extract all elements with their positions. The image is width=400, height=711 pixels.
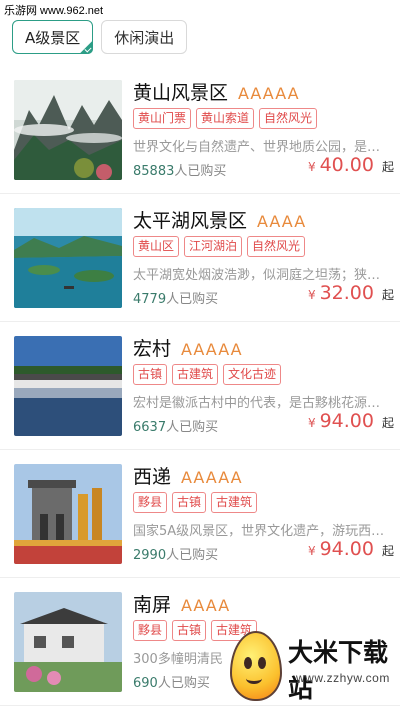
sold-count: 85883人已购买	[133, 164, 227, 179]
scenic-thumbnail	[14, 464, 122, 564]
currency-symbol: ¥	[307, 416, 316, 430]
tab-a-level-scenic[interactable]: A级景区	[12, 20, 94, 54]
scenic-name: 西递 AAAAA	[133, 466, 243, 488]
tag: 黄山门票	[133, 108, 192, 129]
category-tabs: A级景区 休闲演出	[12, 20, 188, 54]
price: ¥ 40.00 起	[308, 154, 394, 176]
tag: 黄山索道	[196, 108, 255, 129]
price-suffix: 起	[381, 544, 394, 558]
tag-group: 黄山门票 黄山索道 自然风光	[133, 108, 318, 129]
scenic-name: 黄山风景区 AAAAA	[133, 82, 300, 104]
tag-group: 古镇 古建筑 文化古迹	[133, 364, 282, 385]
price-value: 40.00	[319, 154, 374, 176]
scenic-description: 太平湖宽处烟波浩渺，似洞庭之坦荡；狭处...	[133, 268, 387, 283]
currency-symbol: ¥	[307, 160, 316, 174]
scenic-thumbnail	[14, 208, 122, 308]
tag-group: 黟县 古镇 古建筑	[133, 492, 258, 513]
tag: 江河湖泊	[184, 236, 243, 257]
price-suffix: 起	[381, 416, 394, 430]
grade-badge: AAAAA	[181, 340, 243, 359]
tag: 自然风光	[247, 236, 306, 257]
price-value: 94.00	[319, 538, 374, 560]
scenic-name: 太平湖风景区 AAAA	[133, 210, 307, 232]
scenic-thumbnail	[14, 80, 122, 180]
grade-badge: AAAAA	[181, 468, 243, 487]
tag-group: 黄山区 江河湖泊 自然风光	[133, 236, 306, 257]
grade-badge: AAAA	[181, 596, 231, 615]
scenic-list: 黄山风景区 AAAAA 黄山门票 黄山索道 自然风光 世界文化与自然遗产、世界地质…	[0, 66, 400, 706]
scenic-name: 南屏 AAAA	[133, 594, 231, 616]
scenic-description: 宏村是徽派古村中的代表，是古黟桃花源里...	[133, 396, 387, 411]
price: ¥ 32.00 起	[308, 282, 394, 304]
price: ¥ 94.00 起	[308, 538, 394, 560]
sold-count: 6637人已购买	[133, 420, 219, 435]
sold-count: 2990人已购买	[133, 548, 219, 563]
tag: 黟县	[133, 620, 168, 641]
tag: 黟县	[133, 492, 168, 513]
watermark-text: 乐游网 www.962.net	[4, 5, 104, 17]
sold-count: 4779人已购买	[133, 292, 219, 307]
list-item[interactable]: 黄山风景区 AAAAA 黄山门票 黄山索道 自然风光 世界文化与自然遗产、世界地质…	[0, 66, 400, 194]
grade-badge: AAAA	[257, 212, 307, 231]
tag: 自然风光	[259, 108, 318, 129]
tag: 古建筑	[172, 364, 219, 385]
price-suffix: 起	[381, 288, 394, 302]
egg-mascot-icon	[230, 631, 282, 701]
scenic-description: 国家5A级风景区，世界文化遗产，游玩西递...	[133, 524, 387, 539]
tag: 黄山区	[133, 236, 180, 257]
scenic-thumbnail	[14, 592, 122, 692]
grade-badge: AAAAA	[238, 84, 300, 103]
tag: 文化古迹	[223, 364, 282, 385]
scenic-description: 世界文化与自然遗产、世界地质公园，是国...	[133, 140, 387, 155]
price-value: 32.00	[319, 282, 374, 304]
list-item[interactable]: 太平湖风景区 AAAA 黄山区 江河湖泊 自然风光 太平湖宽处烟波浩渺，似洞庭之坦…	[0, 194, 400, 322]
tab-label: A级景区	[25, 28, 81, 47]
currency-symbol: ¥	[307, 544, 316, 558]
currency-symbol: ¥	[307, 288, 316, 302]
scenic-name: 宏村 AAAAA	[133, 338, 243, 360]
tag: 古建筑	[211, 492, 258, 513]
logo-url: www.zzhyw.com	[296, 671, 390, 685]
tab-leisure-show[interactable]: 休闲演出	[101, 20, 188, 54]
list-item[interactable]: 西递 AAAAA 黟县 古镇 古建筑 国家5A级风景区，世界文化遗产，游玩西递..…	[0, 450, 400, 578]
price-value: 94.00	[319, 410, 374, 432]
tab-label: 休闲演出	[114, 28, 175, 47]
sold-count: 690人已购买	[133, 676, 210, 691]
tag: 古镇	[133, 364, 168, 385]
scenic-thumbnail	[14, 336, 122, 436]
price-suffix: 起	[381, 160, 394, 174]
tag: 古镇	[172, 492, 207, 513]
price: ¥ 94.00 起	[308, 410, 394, 432]
list-item[interactable]: 宏村 AAAAA 古镇 古建筑 文化古迹 宏村是徽派古村中的代表，是古黟桃花源里.…	[0, 322, 400, 450]
logo-brand: 大米下载站	[288, 638, 389, 703]
watermark-logo: 大米下载站 www.zzhyw.com	[210, 625, 400, 711]
tag: 古镇	[172, 620, 207, 641]
selected-check-icon	[79, 40, 94, 54]
